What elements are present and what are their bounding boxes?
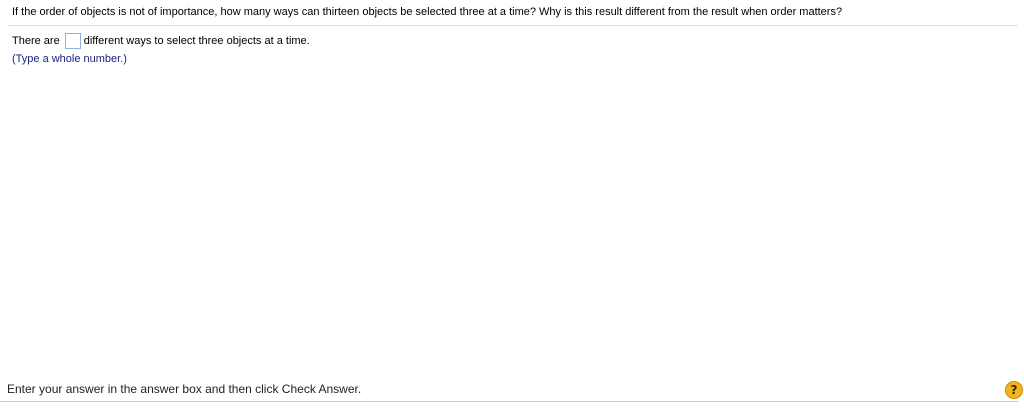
question-mark-icon: ?	[1010, 383, 1018, 397]
question-page: If the order of objects is not of import…	[0, 0, 1024, 411]
answer-hint: (Type a whole number.)	[12, 53, 127, 65]
bottom-divider	[0, 401, 1018, 402]
answer-suffix: different ways to select three objects a…	[83, 35, 310, 47]
answer-line: There are different ways to select three…	[12, 33, 310, 49]
answer-input[interactable]	[64, 33, 81, 49]
answer-prefix: There are	[12, 35, 60, 47]
top-divider	[8, 25, 1018, 26]
question-text: If the order of objects is not of import…	[12, 6, 843, 18]
footer-instruction: Enter your answer in the answer box and …	[7, 382, 362, 396]
help-button[interactable]: ?	[1005, 381, 1023, 399]
